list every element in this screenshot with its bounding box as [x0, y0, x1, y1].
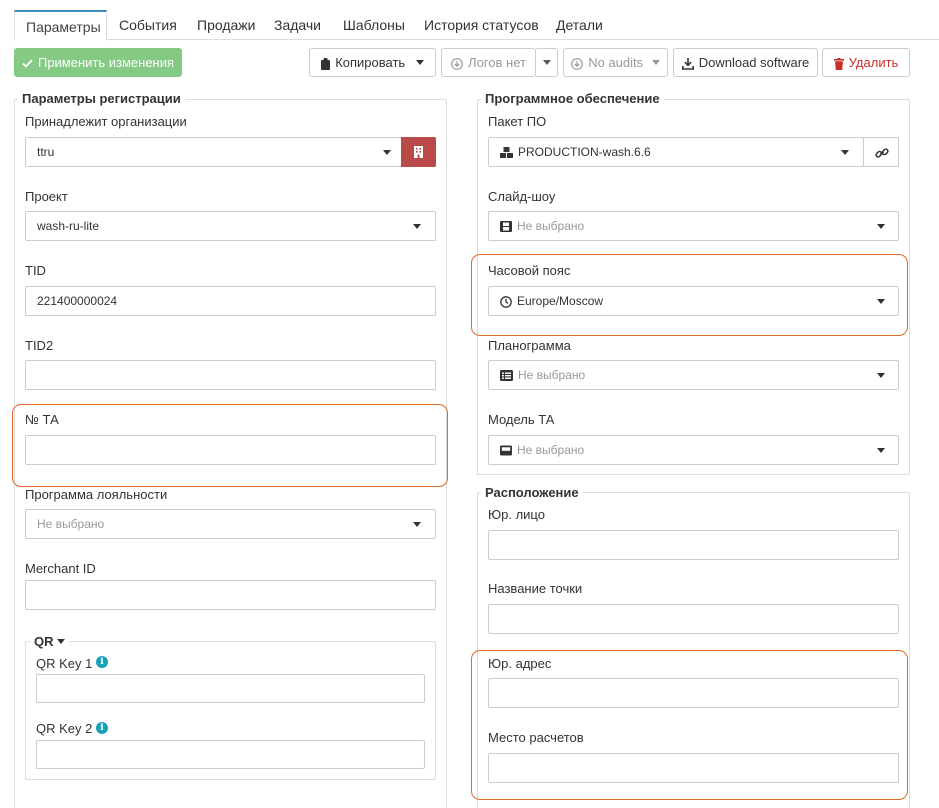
slideshow-value: Не выбрано [517, 219, 585, 233]
legal-entity-label: Юр. лицо [488, 507, 545, 522]
registration-legend: Параметры регистрации [18, 91, 185, 107]
package-label: Пакет ПО [488, 114, 547, 129]
loyalty-program-select[interactable]: Не выбрано [25, 509, 436, 539]
tab-details[interactable]: Детали [545, 10, 614, 40]
model-select[interactable]: Не выбрано [488, 435, 899, 465]
slideshow-select[interactable]: Не выбрано [488, 211, 899, 241]
tid-value: 221400000024 [37, 294, 118, 308]
location-legend: Расположение [481, 485, 583, 501]
download-software-label: Download software [698, 55, 810, 70]
download-icon [681, 57, 694, 70]
qr-key1-label: QR Key 1 [36, 656, 93, 671]
tab-events[interactable]: События [108, 10, 188, 40]
cubes-icon [500, 147, 513, 159]
project-label: Проект [25, 189, 68, 204]
chevron-down-icon [57, 639, 66, 644]
tab-sales[interactable]: Продажи [186, 10, 266, 40]
logs-dropdown-toggle[interactable] [535, 48, 558, 77]
merchant-id-input[interactable] [25, 580, 436, 610]
tid-input[interactable]: 221400000024 [25, 286, 436, 316]
project-select[interactable]: wash-ru-lite [25, 211, 436, 241]
list-icon [500, 370, 513, 382]
model-value: Не выбрано [517, 443, 585, 457]
chevron-down-icon [877, 224, 885, 229]
qr-legend-label: QR [34, 634, 54, 649]
package-select[interactable]: PRODUCTION-wash.6.6 [488, 137, 864, 167]
loyalty-program-value: Не выбрано [37, 517, 105, 531]
tab-parameters[interactable]: Параметры [14, 10, 107, 41]
qr-key2-input[interactable] [36, 740, 425, 769]
tab-templates[interactable]: Шаблоны [332, 10, 416, 40]
building-icon [414, 146, 423, 158]
slideshow-label: Слайд-шоу [488, 189, 556, 204]
chevron-down-icon [877, 373, 885, 378]
info-icon[interactable]: i [96, 722, 108, 734]
apply-changes-label: Применить изменения [37, 55, 175, 70]
tab-status-history[interactable]: История статусов [413, 10, 550, 40]
logs-button[interactable]: Логов нет [441, 48, 536, 77]
chevron-down-icon [413, 522, 421, 527]
device-icon [500, 445, 512, 456]
audits-button[interactable]: No audits [563, 48, 668, 77]
link-icon [875, 148, 889, 158]
organization-label: Принадлежит организации [25, 114, 187, 129]
timezone-highlight [471, 254, 908, 336]
logs-label: Логов нет [468, 55, 526, 70]
address-highlight [471, 650, 908, 800]
chevron-down-icon [415, 60, 424, 65]
info-icon[interactable]: i [96, 656, 108, 668]
chevron-down-icon [841, 150, 849, 155]
package-value: PRODUCTION-wash.6.6 [518, 145, 651, 159]
check-icon [22, 59, 33, 68]
chevron-down-icon [413, 224, 421, 229]
copy-button[interactable]: Копировать [309, 48, 436, 77]
download-software-button[interactable]: Download software [673, 48, 818, 77]
merchant-id-label: Merchant ID [25, 561, 96, 576]
ta-number-highlight [12, 404, 448, 487]
clipboard-icon [321, 57, 331, 70]
loyalty-program-label: Программа лояльности [25, 487, 168, 502]
project-value: wash-ru-lite [37, 219, 100, 233]
tid2-label: TID2 [25, 338, 54, 353]
delete-button[interactable]: Удалить [822, 48, 910, 77]
chevron-down-icon [651, 60, 660, 65]
chevron-down-icon [542, 60, 551, 65]
software-legend: Программное обеспечение [481, 91, 664, 107]
apply-changes-button[interactable]: Применить изменения [14, 48, 182, 77]
point-name-input[interactable] [488, 604, 899, 634]
planogram-label: Планограмма [488, 338, 571, 353]
film-icon [500, 221, 512, 233]
download-circle-icon [571, 57, 584, 70]
legal-entity-input[interactable] [488, 530, 899, 560]
point-name-label: Название точки [488, 581, 583, 596]
audits-label: No audits [588, 55, 644, 70]
model-label: Модель ТА [488, 412, 555, 427]
organization-value: ttru [37, 145, 55, 159]
delete-label: Удалить [848, 55, 899, 70]
planogram-value: Не выбрано [518, 368, 586, 382]
organization-select[interactable]: ttru [25, 137, 402, 167]
chevron-down-icon [383, 150, 391, 155]
package-link-button[interactable] [863, 137, 899, 167]
qr-key1-input[interactable] [36, 674, 425, 703]
qr-legend[interactable]: QR [30, 634, 70, 650]
tab-bar: Параметры События Продажи Задачи Шаблоны… [14, 10, 939, 41]
tid2-input[interactable] [25, 360, 436, 390]
copy-label: Копировать [335, 55, 406, 70]
trash-icon [833, 57, 844, 70]
tab-tasks[interactable]: Задачи [263, 10, 332, 40]
download-circle-icon [451, 57, 463, 70]
tid-label: TID [25, 263, 46, 278]
organization-details-button[interactable] [401, 137, 436, 167]
qr-key2-label: QR Key 2 [36, 721, 93, 736]
chevron-down-icon [877, 448, 885, 453]
planogram-select[interactable]: Не выбрано [488, 360, 899, 390]
